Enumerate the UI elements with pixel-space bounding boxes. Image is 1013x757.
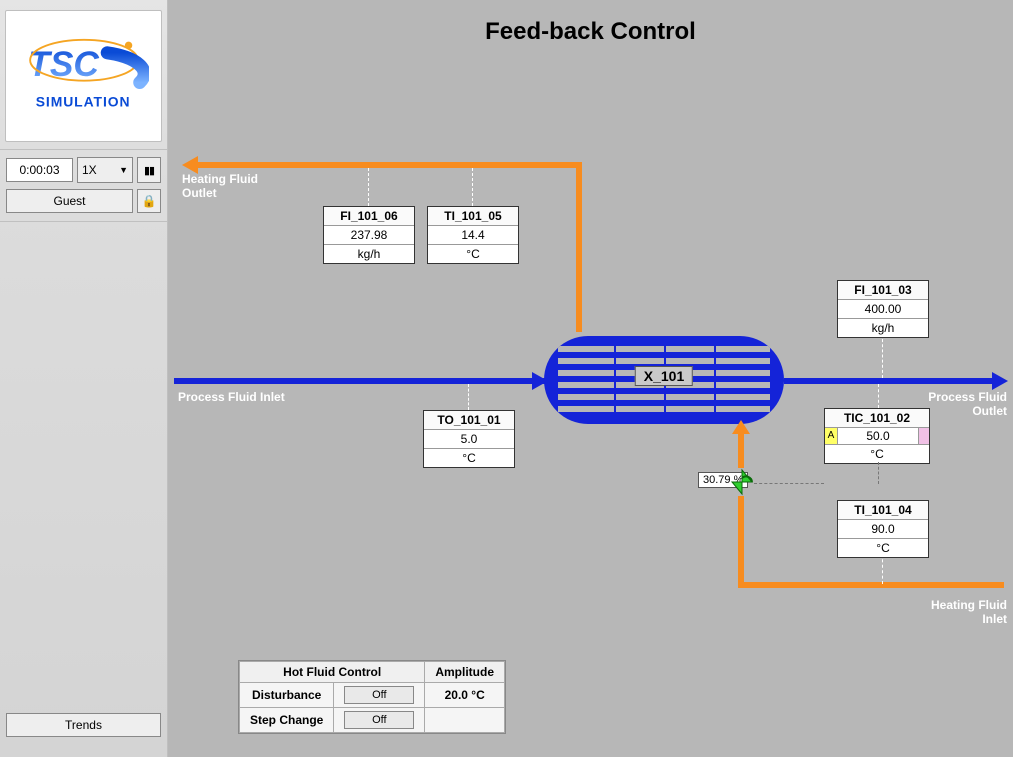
tag-id: FI_101_03 [838,281,928,300]
tag-ti-101-04[interactable]: TI_101_04 90.0 °C [837,500,929,558]
pipe-process-outlet [784,378,994,384]
tag-ti-101-05[interactable]: TI_101_05 14.4 °C [427,206,519,264]
hf-header-control: Hot Fluid Control [240,662,425,683]
hf-step-label: Step Change [240,708,334,733]
diagram-canvas: Feed-back Control Heating Fluid Outlet F… [168,0,1013,757]
tag-unit: °C [825,445,929,463]
tag-id: TO_101_01 [424,411,514,430]
tag-fi-101-03[interactable]: FI_101_03 400.00 kg/h [837,280,929,338]
label-process-outlet-2: Outlet [972,404,1007,418]
pipe-heating-outlet-v [576,162,582,332]
control-line-valve-v [878,462,879,484]
tag-value: 5.0 [424,430,514,449]
arrow-heating-into-exchanger [732,420,750,434]
tag-value: 50.0 [838,428,918,444]
heat-exchanger[interactable]: X_101 [544,330,784,430]
speed-value: 1X [82,163,97,177]
hf-header-amplitude: Amplitude [425,662,505,683]
pipe-heating-inlet-v1 [738,430,744,468]
stem-ti-101-05 [472,168,473,206]
arrow-process-outlet [992,372,1008,390]
pipe-heating-inlet-v2 [738,496,744,588]
hf-disturbance-label: Disturbance [240,683,334,708]
stem-ti-101-04 [882,554,883,584]
chevron-down-icon: ▼ [119,165,128,175]
tag-mode: A [825,428,838,444]
label-heating-inlet-1: Heating Fluid [931,598,1007,612]
pause-icon: ▮▮ [144,164,154,177]
tag-fi-101-06[interactable]: FI_101_06 237.98 kg/h [323,206,415,264]
label-heating-outlet-2: Outlet [182,186,217,200]
hf-disturbance-amp: 20.0 °C [425,683,505,708]
svg-text:TSC: TSC [28,45,99,84]
hot-fluid-control-table: Hot Fluid Control Amplitude Disturbance … [238,660,506,734]
tag-unit: °C [424,449,514,467]
user-button[interactable]: Guest [6,189,133,213]
tag-tic-101-02[interactable]: TIC_101_02 A 50.0 °C [824,408,930,464]
tag-id: TIC_101_02 [825,409,929,428]
stem-fi-101-03 [882,334,883,378]
tag-value: 14.4 [428,226,518,245]
tag-unit: °C [428,245,518,263]
pipe-heating-outlet-h [196,162,582,168]
tag-id: TI_101_04 [838,501,928,520]
svg-text:SIMULATION: SIMULATION [35,94,130,110]
label-heating-inlet-2: Inlet [982,612,1007,626]
tag-id: TI_101_05 [428,207,518,226]
lock-button[interactable]: 🔒 [137,189,161,213]
pause-button[interactable]: ▮▮ [137,157,161,183]
tag-unit: kg/h [324,245,414,263]
trends-button[interactable]: Trends [6,713,161,737]
control-line-valve [754,483,824,484]
label-heating-outlet-1: Heating Fluid [182,172,258,186]
sim-clock: 0:00:03 [6,158,73,182]
tag-to-101-01[interactable]: TO_101_01 5.0 °C [423,410,515,468]
exchanger-label: X_101 [635,366,693,386]
tag-id: FI_101_06 [324,207,414,226]
tag-unit: °C [838,539,928,557]
stem-fi-101-06 [368,168,369,206]
tag-value: 237.98 [324,226,414,245]
hf-disturbance-toggle[interactable]: Off [344,686,414,704]
tag-value: 400.00 [838,300,928,319]
lock-icon: 🔒 [142,194,157,208]
hf-step-toggle[interactable]: Off [344,711,414,729]
pipe-heating-inlet-h [738,582,1004,588]
tag-value: 90.0 [838,520,928,539]
control-valve[interactable] [728,468,756,496]
tag-edge [918,428,929,444]
label-process-outlet-1: Process Fluid [928,390,1007,404]
stem-to-101-01 [468,384,469,410]
stem-tic-101-02 [878,384,879,408]
hf-step-amp [425,708,505,733]
sidebar: TSC SIMULATION 0:00:03 1X ▼ ▮▮ Guest 🔒 [0,0,168,757]
label-process-inlet: Process Fluid Inlet [178,390,285,404]
pipe-process-inlet [174,378,546,384]
page-title: Feed-back Control [168,18,1013,46]
speed-select[interactable]: 1X ▼ [77,157,133,183]
app-logo: TSC SIMULATION [5,10,162,142]
tag-unit: kg/h [838,319,928,337]
